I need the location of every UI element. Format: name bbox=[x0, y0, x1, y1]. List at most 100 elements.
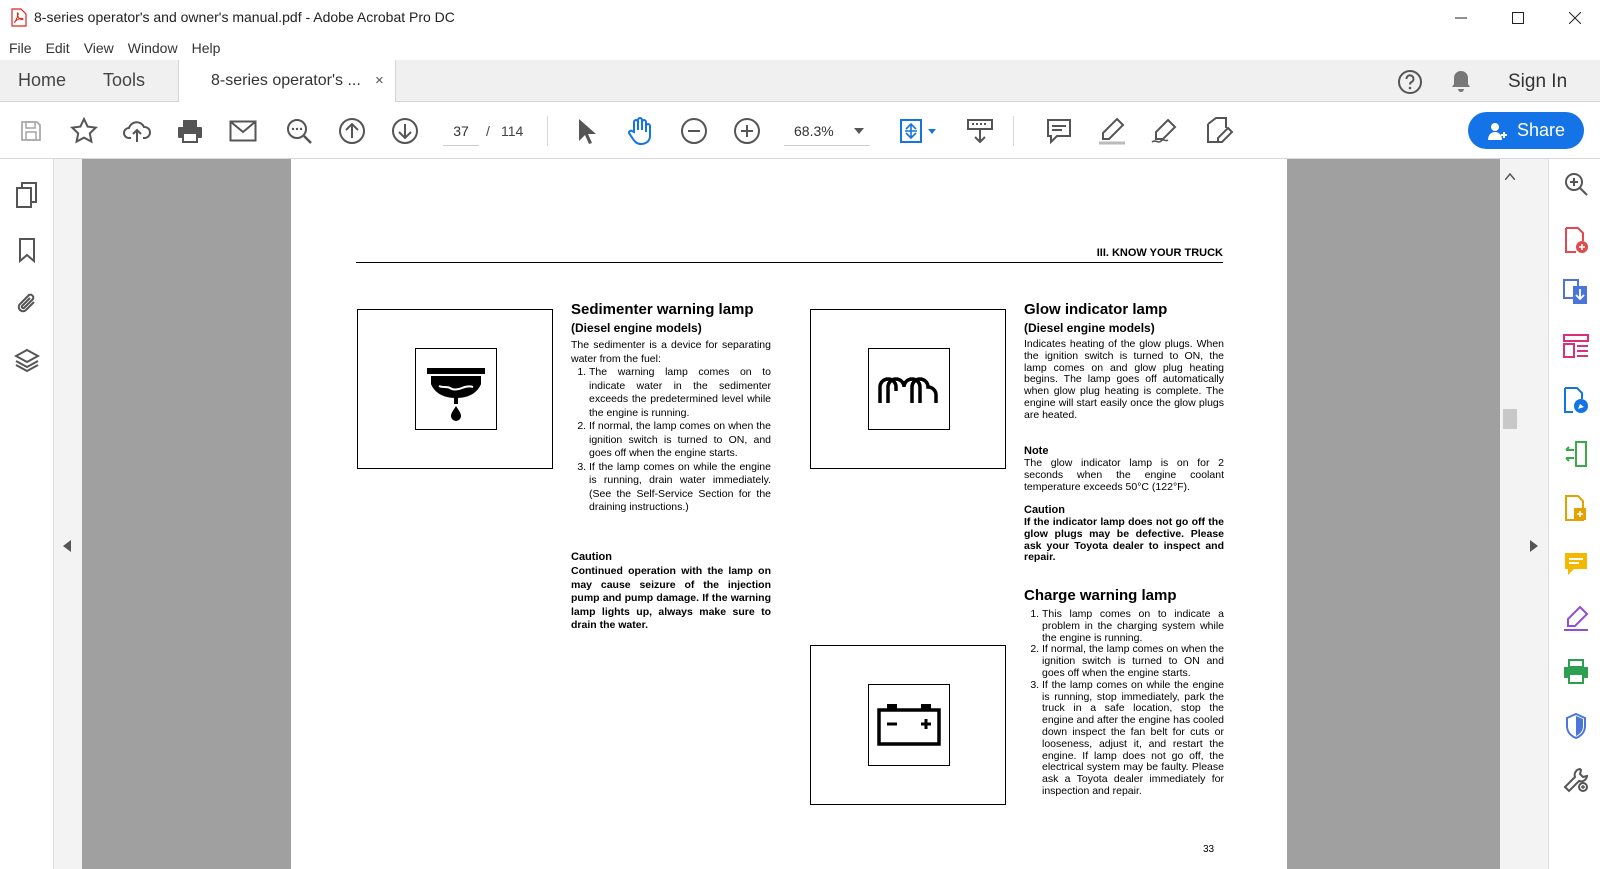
compare-files-button[interactable] bbox=[1561, 439, 1591, 469]
print-production-button[interactable] bbox=[1561, 657, 1591, 687]
menu-file[interactable]: File bbox=[9, 40, 32, 56]
zoom-in-button[interactable] bbox=[731, 115, 763, 147]
page-thumbnails-button[interactable] bbox=[12, 180, 42, 210]
sedimenter-item-1: The warning lamp comes on to indicate wa… bbox=[589, 366, 771, 420]
comment-icon bbox=[1047, 119, 1071, 145]
draw-button[interactable] bbox=[1149, 115, 1181, 147]
page-number-input[interactable]: 37 bbox=[443, 116, 479, 146]
sedimenter-warning-icon bbox=[427, 368, 485, 421]
zoom-level-select[interactable]: 68.3% bbox=[784, 116, 870, 146]
battery-icon bbox=[877, 704, 941, 746]
plus-circle-icon bbox=[734, 118, 760, 144]
export-pdf-icon bbox=[1563, 279, 1587, 304]
select-tool-button[interactable] bbox=[570, 115, 602, 147]
title-bar: 8-series operator's and owner's manual.p… bbox=[0, 0, 1600, 36]
minus-circle-icon bbox=[681, 118, 707, 144]
minimize-icon bbox=[1455, 17, 1467, 19]
cursor-arrow-icon bbox=[579, 119, 596, 144]
zoom-out-button[interactable] bbox=[678, 115, 710, 147]
window-title: 8-series operator's and owner's manual.p… bbox=[34, 9, 455, 25]
more-tools-button[interactable] bbox=[1561, 765, 1591, 795]
create-pdf-button[interactable] bbox=[1561, 225, 1591, 255]
sedimenter-caution-text: Continued operation with the lamp on may… bbox=[571, 565, 771, 631]
organize-pages-button[interactable] bbox=[1561, 331, 1591, 361]
document-tab-label: 8-series operator's ... bbox=[211, 72, 361, 89]
scrollbar-thumb[interactable] bbox=[1503, 409, 1517, 429]
collapse-left-arrow-icon[interactable] bbox=[63, 540, 71, 552]
notifications-bell-icon[interactable] bbox=[1449, 69, 1473, 95]
edit-pdf-icon bbox=[1564, 387, 1588, 413]
glow-caution-text: If the indicator lamp does not go off th… bbox=[1024, 516, 1224, 564]
tab-tools[interactable]: Tools bbox=[103, 70, 145, 91]
collapse-right-arrow-icon[interactable] bbox=[1530, 540, 1538, 552]
glow-body: Indicates heating of the glow plugs. Whe… bbox=[1024, 338, 1224, 421]
menu-window[interactable]: Window bbox=[128, 40, 178, 56]
close-tab-button[interactable]: × bbox=[375, 72, 384, 89]
fit-page-icon bbox=[900, 119, 936, 143]
combine-files-button[interactable] bbox=[1561, 493, 1591, 523]
charge-title: Charge warning lamp bbox=[1024, 587, 1177, 604]
scroll-up-arrow-icon[interactable] bbox=[1505, 173, 1515, 180]
right-pane-collapse-gutter bbox=[1520, 159, 1548, 869]
comment-tool-button[interactable] bbox=[1561, 549, 1591, 579]
arrow-up-circle-icon bbox=[339, 118, 365, 144]
print-icon bbox=[178, 120, 202, 143]
find-button[interactable] bbox=[283, 115, 315, 147]
glow-caution-title: Caution bbox=[1024, 504, 1065, 516]
bookmark-star-button[interactable] bbox=[68, 115, 100, 147]
sign-in-link[interactable]: Sign In bbox=[1508, 71, 1567, 93]
toolbar: 37 / 114 68.3% Share bbox=[0, 102, 1600, 159]
tools-pane bbox=[1548, 159, 1600, 869]
charge-lamp-box bbox=[868, 684, 950, 766]
maximize-button[interactable] bbox=[1495, 0, 1541, 36]
save-button[interactable] bbox=[15, 115, 47, 147]
help-icon[interactable] bbox=[1397, 69, 1423, 95]
minimize-button[interactable] bbox=[1438, 0, 1484, 36]
tab-home[interactable]: Home bbox=[18, 70, 66, 91]
bookmarks-button[interactable] bbox=[12, 235, 42, 265]
cloud-upload-icon bbox=[123, 121, 151, 142]
attachments-button[interactable] bbox=[12, 289, 42, 319]
highlight-button[interactable] bbox=[1096, 115, 1128, 147]
edit-pdf-button[interactable] bbox=[1561, 385, 1591, 415]
share-button[interactable]: Share bbox=[1468, 112, 1584, 149]
highlighter-icon bbox=[1099, 117, 1125, 145]
comment-button[interactable] bbox=[1043, 115, 1075, 147]
pages-icon bbox=[16, 182, 37, 208]
next-page-button[interactable] bbox=[389, 115, 421, 147]
arrow-down-circle-icon bbox=[392, 118, 418, 144]
menu-help[interactable]: Help bbox=[192, 40, 221, 56]
menu-view[interactable]: View bbox=[84, 40, 114, 56]
email-button[interactable] bbox=[227, 115, 259, 147]
previous-page-button[interactable] bbox=[336, 115, 368, 147]
organize-pages-icon bbox=[1563, 334, 1589, 358]
menu-edit[interactable]: Edit bbox=[46, 40, 70, 56]
hand-tool-button[interactable] bbox=[624, 115, 656, 147]
zoom-magnifier-icon bbox=[1565, 173, 1588, 196]
upload-cloud-button[interactable] bbox=[121, 115, 153, 147]
print-production-icon bbox=[1564, 659, 1588, 684]
page-separator: / bbox=[486, 123, 490, 139]
tab-document[interactable]: 8-series operator's ... × bbox=[178, 60, 396, 103]
save-icon bbox=[21, 121, 41, 141]
tab-bar: Home Tools 8-series operator's ... × Sig… bbox=[0, 60, 1600, 103]
sedimenter-figure bbox=[357, 309, 553, 469]
print-button[interactable] bbox=[174, 115, 206, 147]
keyboard-scroll-icon bbox=[967, 119, 993, 144]
star-icon bbox=[70, 117, 98, 144]
zoom-tool-button[interactable] bbox=[1561, 169, 1591, 199]
hand-icon bbox=[628, 117, 651, 146]
sedimenter-subtitle: (Diesel engine models) bbox=[571, 321, 702, 335]
layers-button[interactable] bbox=[12, 345, 42, 375]
protect-button[interactable] bbox=[1561, 711, 1591, 741]
pdf-file-icon bbox=[11, 8, 27, 27]
export-pdf-button[interactable] bbox=[1561, 277, 1591, 307]
header-rule bbox=[356, 262, 1223, 263]
scroll-mode-button[interactable] bbox=[964, 115, 996, 147]
fit-page-button[interactable] bbox=[895, 115, 943, 147]
edit-tools-button[interactable] bbox=[1203, 115, 1235, 147]
charge-item-2: If normal, the lamp comes on when the ig… bbox=[1042, 643, 1224, 679]
vertical-scrollbar[interactable] bbox=[1500, 159, 1520, 869]
close-window-button[interactable] bbox=[1552, 0, 1598, 36]
fill-sign-button[interactable] bbox=[1561, 603, 1591, 633]
